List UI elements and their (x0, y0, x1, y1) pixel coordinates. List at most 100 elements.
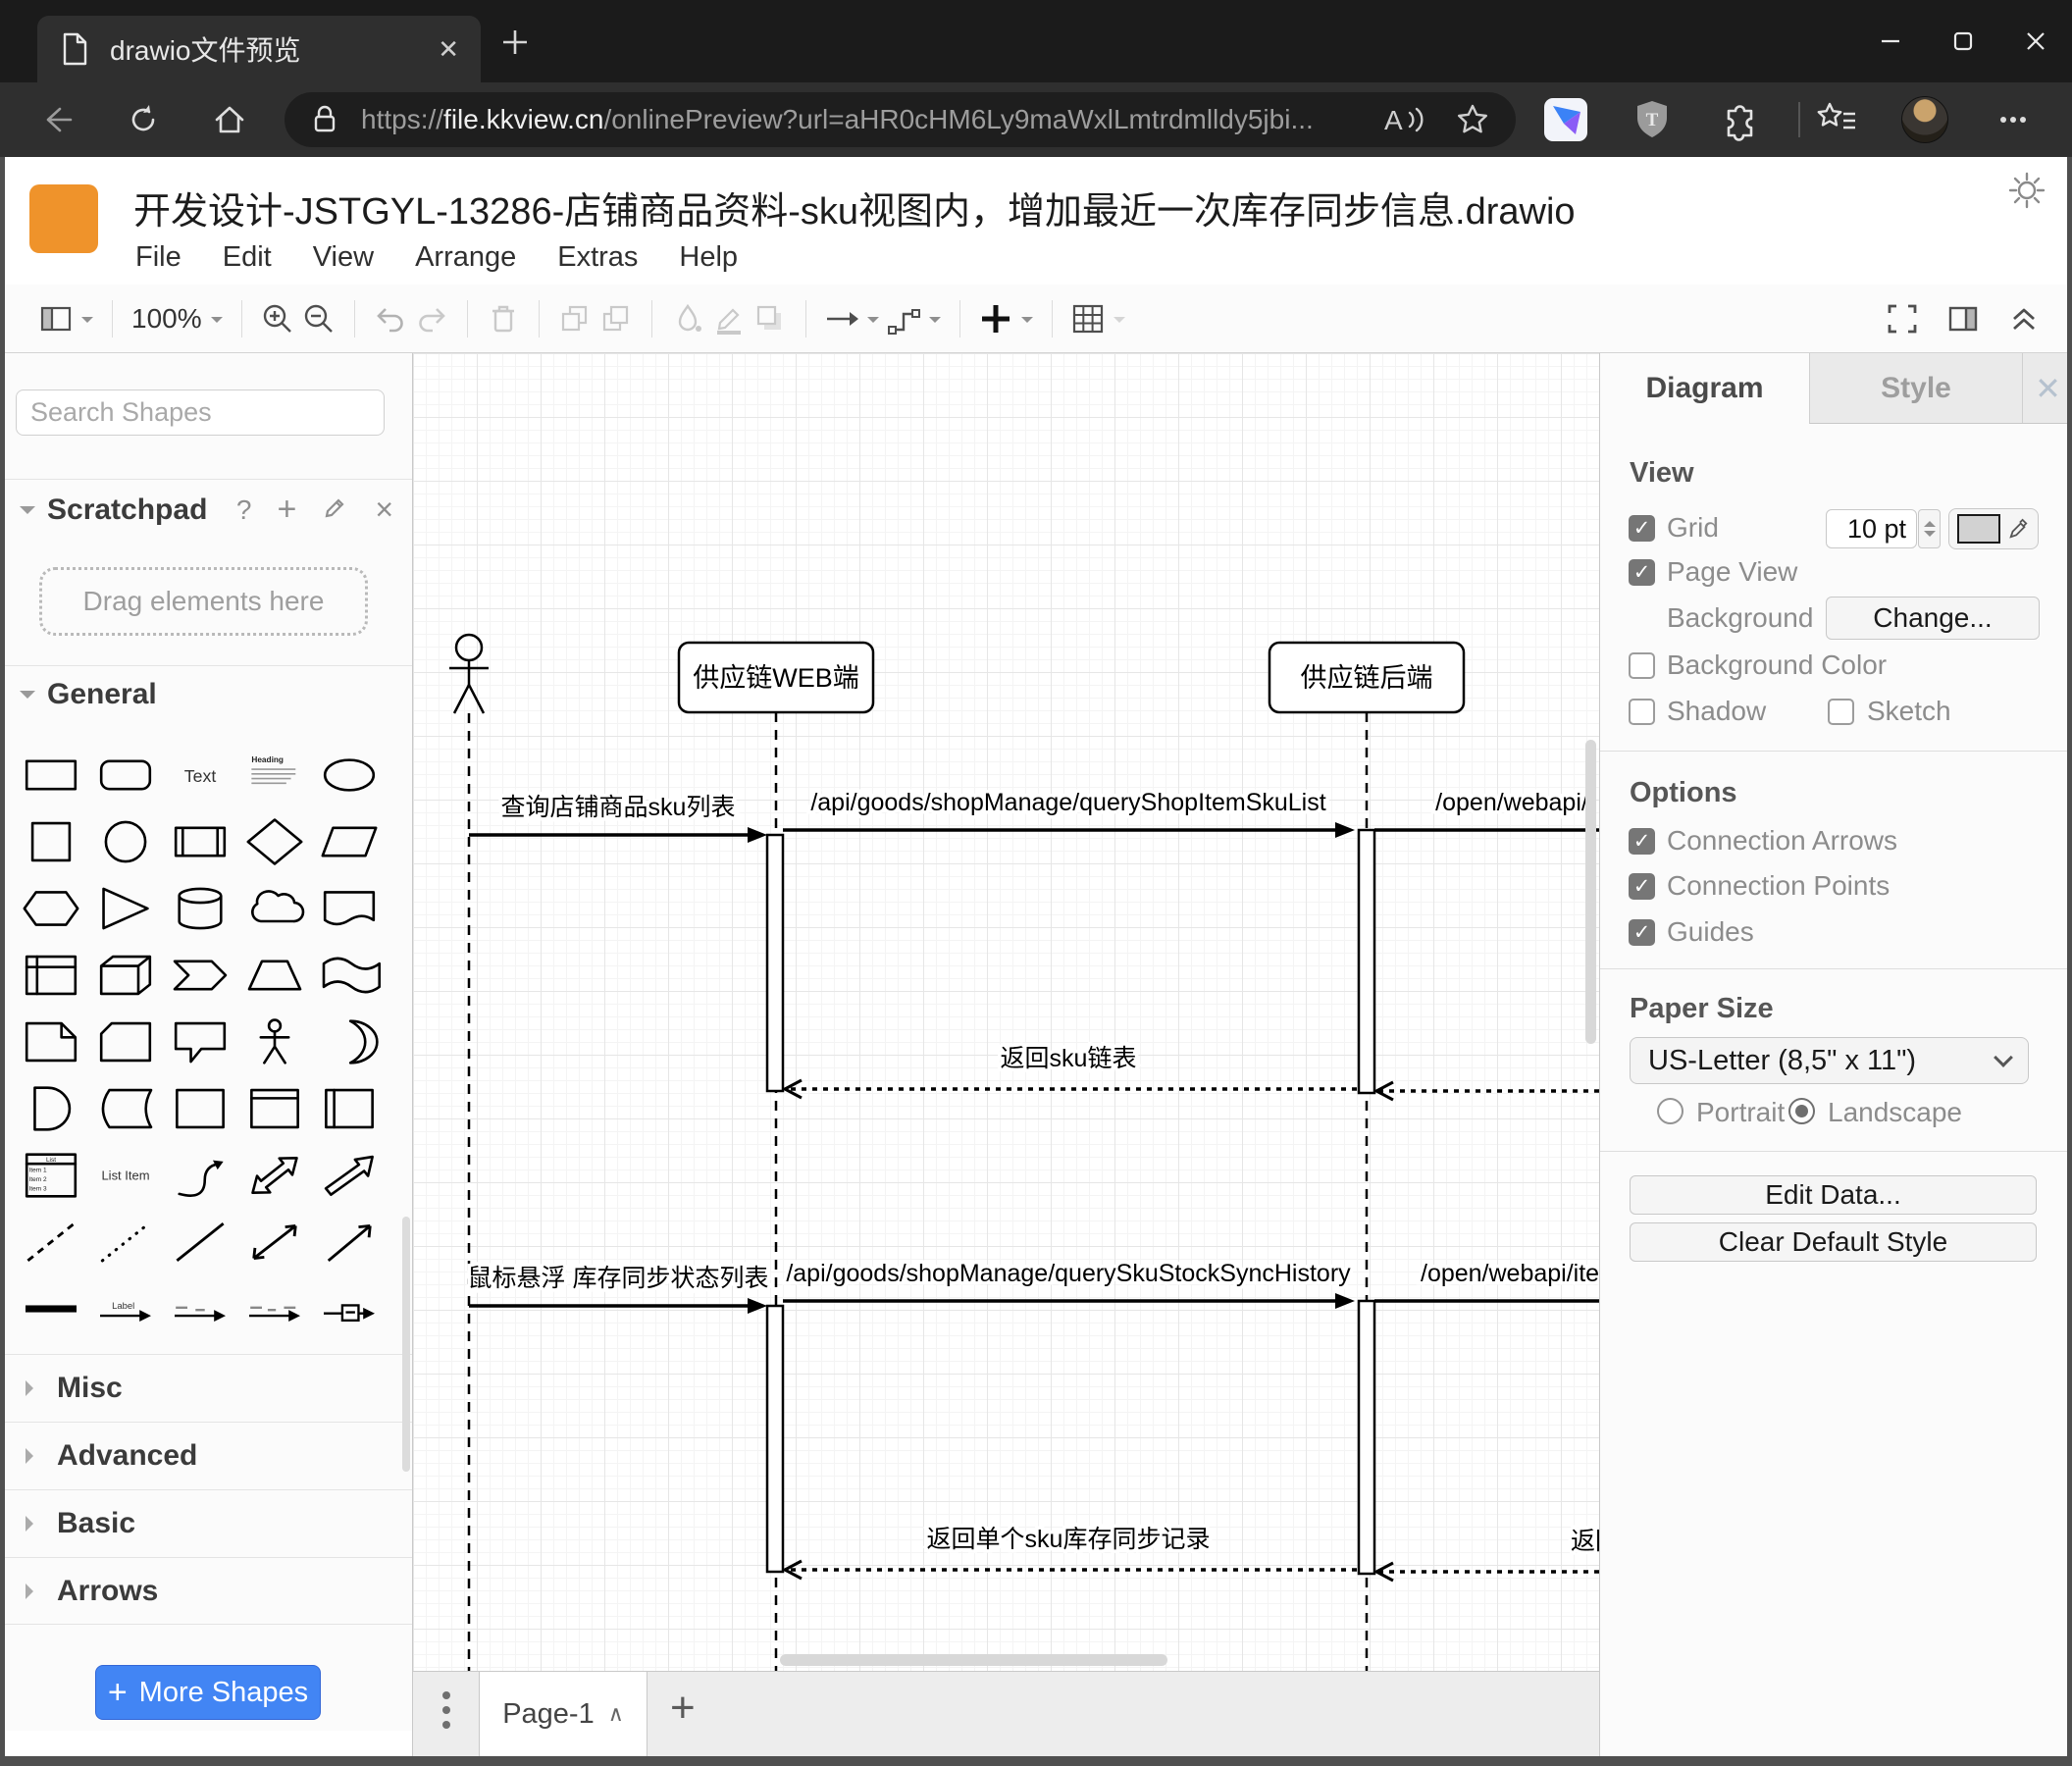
browser-tab[interactable]: drawio文件预览 ✕ (37, 16, 481, 82)
canvas-horizontal-scrollbar[interactable] (780, 1654, 1167, 1666)
scratchpad-help-icon[interactable]: ? (236, 494, 252, 526)
add-page-button[interactable]: + (670, 1684, 696, 1733)
shape-card[interactable] (88, 1009, 163, 1075)
table-caret[interactable] (1113, 316, 1125, 329)
shape-diamond[interactable] (237, 808, 312, 875)
more-shapes-button[interactable]: + More Shapes (95, 1665, 321, 1720)
return-message[interactable]: 返回单个sku库存同步记录 (781, 1523, 1357, 1581)
section-general[interactable]: General (0, 665, 412, 722)
connection-arrow-caret[interactable] (866, 316, 879, 329)
grid-size-stepper[interactable] (1918, 509, 1941, 548)
to-back-icon[interactable] (596, 296, 637, 341)
to-front-icon[interactable] (554, 296, 596, 341)
shape-note[interactable] (14, 1009, 88, 1075)
return-message[interactable]: 返回 (1373, 1525, 1599, 1583)
refresh-icon[interactable] (120, 96, 167, 143)
shape-data-storage[interactable] (88, 1075, 163, 1142)
line-color-icon[interactable] (708, 296, 750, 341)
scratchpad-edit-icon[interactable] (322, 493, 349, 527)
shape-circle[interactable] (88, 808, 163, 875)
diagram-canvas[interactable]: 供应链WEB端 供应链后端 查询店铺商品sku列表 /api/goods/sho… (413, 353, 1599, 1671)
menu-file[interactable]: File (135, 241, 181, 274)
canvas-vertical-scrollbar[interactable] (1585, 740, 1596, 1044)
shape-cylinder[interactable] (163, 875, 237, 942)
message[interactable]: /open/webapi/ (1374, 786, 1599, 832)
shape-actor[interactable] (237, 1009, 312, 1075)
close-window-button[interactable] (1999, 10, 2072, 73)
zoom-in-icon[interactable] (257, 296, 298, 341)
zoom-level-caret[interactable] (210, 316, 223, 329)
extension-kite-icon[interactable] (1542, 96, 1589, 143)
scratchpad-header[interactable]: Scratchpad ? + × (0, 479, 412, 540)
new-tab-button[interactable] (498, 26, 532, 64)
shape-square[interactable] (14, 808, 88, 875)
view-panels-button[interactable] (35, 296, 77, 341)
shape-horizontal-container[interactable] (312, 1075, 387, 1142)
clear-default-style-button[interactable]: Clear Default Style (1630, 1222, 2037, 1262)
collapse-expand-icon[interactable] (2003, 296, 2045, 341)
sidebar-scrollbar[interactable] (402, 1217, 410, 1472)
change-background-button[interactable]: Change... (1826, 597, 2040, 640)
shape-bidirectional-arrow[interactable] (237, 1142, 312, 1209)
settings-more-icon[interactable] (1990, 96, 2037, 143)
scratchpad-add-icon[interactable]: + (277, 491, 296, 529)
shape-label-arrow[interactable]: Label (88, 1275, 163, 1342)
waypoints-caret[interactable] (928, 316, 941, 329)
connection-arrow-icon[interactable] (821, 296, 862, 341)
shape-source-arrow[interactable] (163, 1275, 237, 1342)
grid-size-input[interactable] (1826, 509, 1917, 548)
section-misc[interactable]: Misc (0, 1354, 412, 1422)
menu-view[interactable]: View (313, 241, 374, 274)
grid-checkbox[interactable]: ✓ (1629, 515, 1655, 542)
shape-curve[interactable] (163, 1142, 237, 1209)
shape-triangle[interactable] (88, 875, 163, 942)
menu-edit[interactable]: Edit (223, 241, 272, 274)
fill-color-icon[interactable] (667, 296, 708, 341)
grid-color-button[interactable] (1948, 508, 2039, 549)
tab-style[interactable]: Style (1810, 353, 2023, 423)
redo-icon[interactable] (411, 296, 452, 341)
shape-cube[interactable] (88, 942, 163, 1009)
shape-list[interactable]: List Item 1 Item 2 Item 3 (14, 1142, 88, 1209)
message[interactable]: /open/webapi/iten (1374, 1257, 1599, 1303)
shape-vertical-container[interactable] (237, 1075, 312, 1142)
message[interactable]: /api/goods/shopManage/querySkuStockSyncH… (783, 1257, 1355, 1309)
shape-trapezoid[interactable] (237, 942, 312, 1009)
actor-figure[interactable] (449, 633, 489, 714)
sketch-checkbox[interactable] (1828, 699, 1854, 725)
minimize-button[interactable] (1854, 10, 1927, 73)
shape-tape[interactable] (312, 942, 387, 1009)
landscape-radio[interactable] (1788, 1098, 1815, 1124)
shape-step[interactable] (163, 942, 237, 1009)
extension-shield-icon[interactable]: T (1629, 96, 1676, 143)
shape-callout[interactable] (163, 1009, 237, 1075)
shape-directional-connector[interactable] (312, 1209, 387, 1275)
view-panels-caret[interactable] (81, 316, 93, 329)
extensions-puzzle-icon[interactable] (1715, 96, 1762, 143)
menu-arrange[interactable]: Arrange (415, 241, 516, 274)
shape-container[interactable] (163, 1075, 237, 1142)
activation-bar[interactable] (1357, 828, 1376, 1095)
return-message[interactable] (1373, 1080, 1599, 1102)
shape-and[interactable] (14, 1075, 88, 1142)
page-view-checkbox[interactable]: ✓ (1629, 559, 1655, 586)
insert-caret[interactable] (1020, 316, 1033, 329)
zoom-out-icon[interactable] (298, 296, 339, 341)
connection-arrows-checkbox[interactable]: ✓ (1629, 828, 1655, 855)
shape-bidirectional-connector[interactable] (237, 1209, 312, 1275)
shape-parallelogram[interactable] (312, 808, 387, 875)
shape-internal-storage[interactable] (14, 942, 88, 1009)
menu-help[interactable]: Help (679, 241, 738, 274)
search-input[interactable] (30, 397, 378, 428)
shape-dotted-line[interactable] (88, 1209, 163, 1275)
activation-bar[interactable] (1357, 1299, 1376, 1576)
activation-bar[interactable] (765, 1304, 785, 1574)
shape-ellipse[interactable] (312, 742, 387, 808)
shape-document[interactable] (312, 875, 387, 942)
waypoints-icon[interactable] (883, 296, 924, 341)
shape-rectangle[interactable] (14, 742, 88, 808)
panel-close-icon[interactable]: ✕ (2023, 353, 2072, 423)
maximize-button[interactable] (1927, 10, 1999, 73)
favorites-bar-icon[interactable] (1813, 96, 1860, 143)
shape-list-item[interactable]: List Item (88, 1142, 163, 1209)
